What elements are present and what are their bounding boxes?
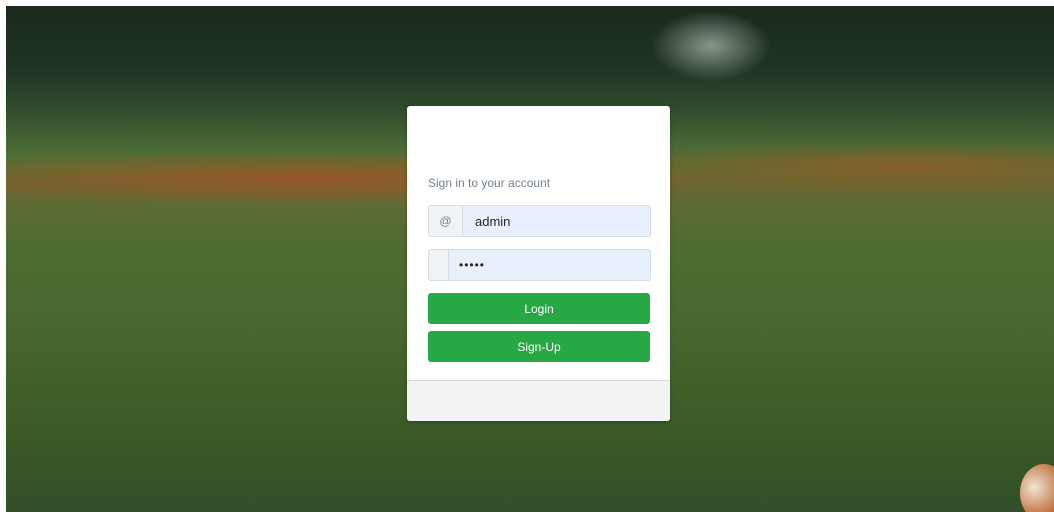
baseball-glove-image <box>1020 464 1054 512</box>
card-footer <box>407 380 670 421</box>
password-input[interactable]: ••••• <box>449 250 650 280</box>
username-input-group: @ admin <box>428 205 651 237</box>
lock-icon <box>429 250 449 280</box>
username-input[interactable]: admin <box>463 206 650 236</box>
login-card: Sign in to your account @ admin ••••• Lo… <box>407 106 670 421</box>
sign-in-subtitle: Sign in to your account <box>428 176 551 190</box>
signup-button[interactable]: Sign-Up <box>428 331 650 362</box>
login-button[interactable]: Login <box>428 293 650 324</box>
card-body: Sign in to your account @ admin ••••• Lo… <box>407 106 670 380</box>
at-sign-icon: @ <box>429 206 463 236</box>
login-page: Sign in to your account @ admin ••••• Lo… <box>0 0 1054 512</box>
password-input-group: ••••• <box>428 249 651 281</box>
